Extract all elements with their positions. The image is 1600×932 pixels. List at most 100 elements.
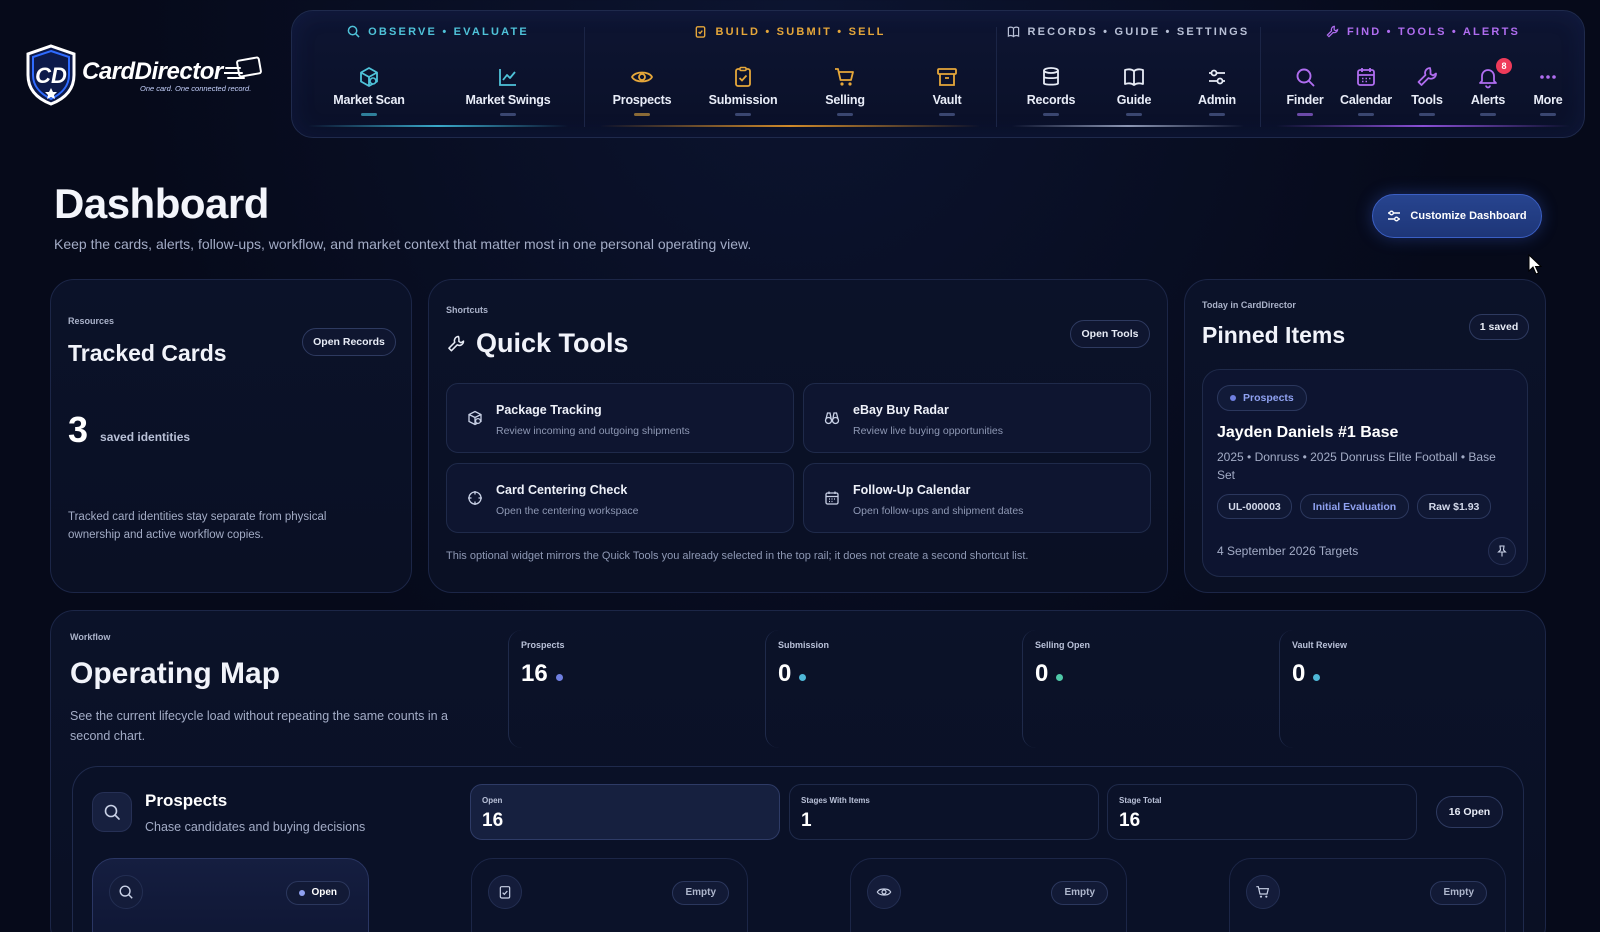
stat-label: Selling Open [1035,640,1091,650]
archive-icon [937,68,957,86]
unpin-button[interactable] [1488,537,1516,565]
stat-prospects[interactable]: Prospects 16 [508,630,748,748]
stat-selling-open[interactable]: Selling Open 0 [1022,630,1262,748]
top-navigation: OBSERVE • EVALUATE BUILD • SUBMIT • SELL… [291,10,1585,138]
tracked-count-row: 3 saved identities [68,412,190,448]
metric-value: 1 [801,810,812,831]
tool-name: eBay Buy Radar [853,403,949,417]
card-title: Pinned Items [1202,322,1346,348]
stat-label: Prospects [521,640,565,650]
tool-desc: Review incoming and outgoing shipments [496,425,690,437]
search-icon [347,25,360,38]
nav-item-label: Admin [1198,93,1236,107]
prospects-search-button[interactable] [92,792,132,832]
stat-dot [1313,673,1321,681]
stat-value: 16 [521,660,548,687]
stage-card-purchase[interactable]: Empty [1229,858,1506,932]
card-eyebrow: Resources [68,316,115,326]
radar-cube-icon [360,67,378,87]
pinned-item-footer: 4 September 2026 Targets [1217,544,1359,558]
record-id-tag: UL-000003 [1217,494,1292,519]
metric-label: Stages With Items [801,796,870,805]
eye-icon [630,71,654,83]
book-icon [1007,26,1019,38]
open-count-pill[interactable]: 16 Open [1436,796,1503,828]
line-chart-icon [499,69,516,86]
tool-desc: Open the centering workspace [496,505,639,517]
database-icon [1043,67,1059,86]
tracked-cards-card: Resources Tracked Cards Open Records 3 s… [50,279,412,593]
sliders-icon [1388,210,1401,222]
saved-count-pill: 1 saved [1469,314,1529,340]
nav-item-label: Market Swings [465,93,551,107]
tool-desc: Open follow-ups and shipment dates [853,505,1024,517]
nav-item-prospects[interactable]: Prospects [592,65,692,116]
stage-status-pill: Empty [672,881,729,905]
nav-item-submission[interactable]: Submission [693,65,793,116]
tool-ebay-buy-radar[interactable]: eBay Buy Radar Review live buying opport… [803,383,1151,453]
clipboard-check-icon [499,886,511,899]
nav-item-market-scan[interactable]: Market Scan [319,65,419,116]
stage-status-pill: Empty [1051,881,1108,905]
stage-status-label: Open [311,887,337,898]
page-subtitle: Keep the cards, alerts, follow-ups, work… [54,236,752,252]
nav-group-heading: FIND • TOOLS • ALERTS [1346,25,1521,38]
nav-item-label: Vault [932,93,962,107]
page-title: Dashboard [54,180,269,227]
wrench-icon [448,335,465,351]
stage-card-submission[interactable]: Empty [471,858,748,932]
metric-value: 16 [1119,810,1141,831]
tool-name: Follow-Up Calendar [853,483,971,497]
book-icon [1124,68,1144,86]
mouse-cursor-icon [1528,254,1542,275]
stat-vault-review[interactable]: Vault Review 0 [1279,630,1519,748]
stat-dot [1056,673,1064,681]
nav-item-label: Prospects [612,93,672,107]
stage-card-watchlist[interactable]: Empty [850,858,1127,932]
tool-package-tracking[interactable]: Package Tracking Review incoming and out… [446,383,794,453]
customize-dashboard-button[interactable]: Customize Dashboard [1372,194,1542,238]
eye-icon [876,888,892,896]
stage-card-initial-evaluation[interactable]: Open [92,858,369,932]
open-records-button[interactable]: Open Records [302,328,396,356]
nav-item-vault[interactable]: Vault [897,65,997,116]
shield-logo-icon: CD [26,44,76,106]
open-tools-button[interactable]: Open Tools [1070,320,1150,348]
tool-card-centering-check[interactable]: Card Centering Check Open the centering … [446,463,794,533]
nav-item-selling[interactable]: Selling [795,65,895,116]
tool-name: Package Tracking [496,403,602,417]
operating-subtitle: See the current lifecycle load without r… [70,709,448,743]
card-eyebrow: Today in CardDirector [1202,300,1296,310]
nav-item-label: Market Scan [333,93,405,107]
metric-open[interactable]: Open 16 [470,784,780,840]
metric-stage-total[interactable]: Stage Total 16 [1107,784,1417,840]
tracked-count: 3 [68,409,89,450]
stage-tag: Initial Evaluation [1300,494,1409,519]
pinned-item-name: Jayden Daniels #1 Base [1217,424,1399,441]
sliders-icon [1209,69,1225,85]
tracked-note: Tracked card identities stay separate fr… [68,511,327,541]
brand-logo[interactable]: CD CardDirector One card. One connected … [24,42,264,108]
card-title: Quick Tools [476,328,629,358]
tool-desc: Review live buying opportunities [853,425,1003,437]
nav-item-admin[interactable]: Admin [1167,65,1267,116]
card-wing-icon [224,56,262,79]
stat-submission[interactable]: Submission 0 [765,630,1005,748]
nav-group-heading: RECORDS • GUIDE • SETTINGS [1027,25,1250,38]
nav-item-label: More [1533,93,1563,107]
nav-item-market-swings[interactable]: Market Swings [458,65,558,116]
calendar-icon [825,491,839,505]
card-title: Operating Map [70,657,281,690]
cart-icon [835,68,854,86]
search-icon [1296,68,1315,87]
ellipsis-icon [1540,75,1556,79]
nav-item-more[interactable]: More [1498,65,1598,116]
prospects-subtitle: Chase candidates and buying decisions [145,820,366,834]
tool-follow-up-calendar[interactable]: Follow-Up Calendar Open follow-ups and s… [803,463,1151,533]
pinned-item[interactable]: Prospects Jayden Daniels #1 Base 2025 • … [1202,369,1528,577]
metric-value: 16 [482,810,504,831]
metric-label: Open [482,796,503,805]
nav-group-heading: OBSERVE • EVALUATE [368,25,529,38]
stage-chip: Prospects [1217,385,1307,411]
metric-stages-with-items[interactable]: Stages With Items 1 [789,784,1099,840]
